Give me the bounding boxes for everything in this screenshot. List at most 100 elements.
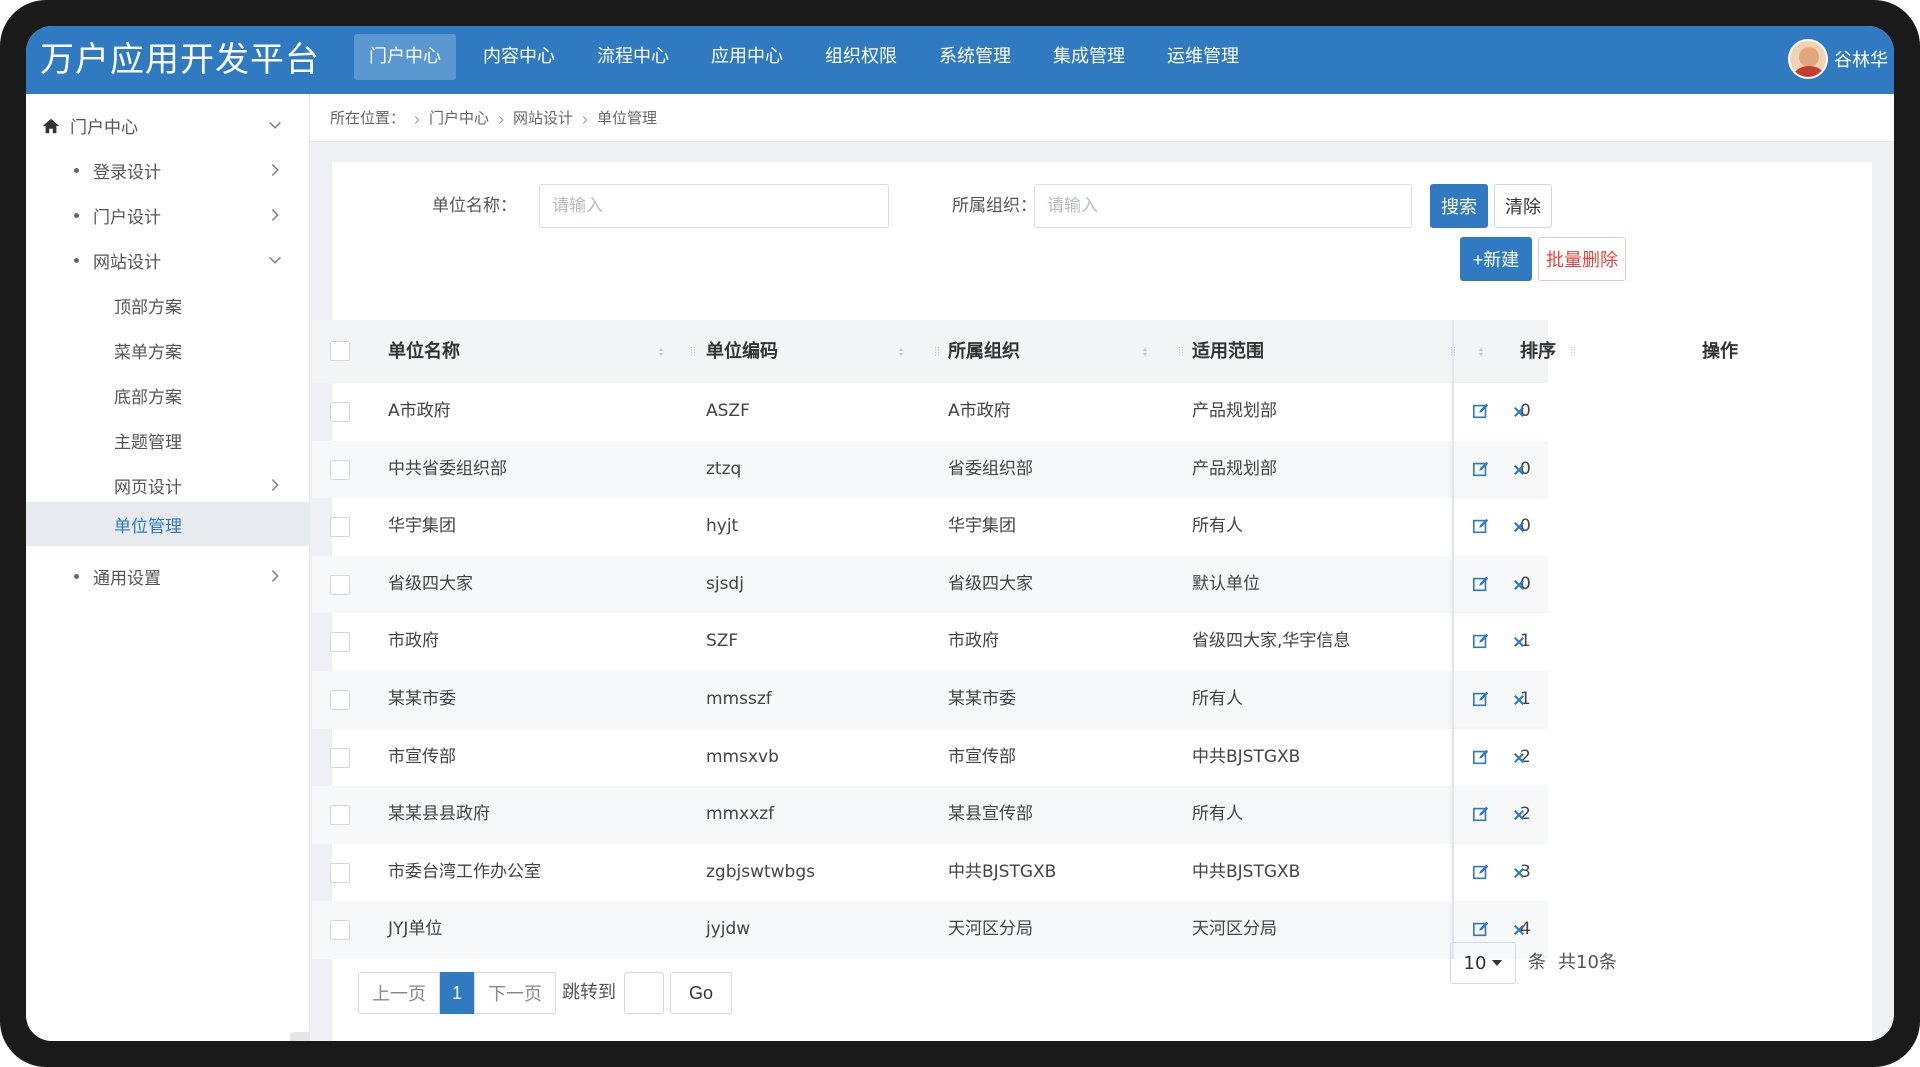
chevron-right-icon	[579, 112, 591, 124]
topnav-item[interactable]: 集成管理	[1038, 34, 1140, 80]
edit-icon	[1472, 634, 1489, 649]
sidebar-item[interactable]: 单位管理	[26, 502, 310, 546]
top-bar: 万户应用开发平台 门户中心 内容中心 流程中心 应用中心 组织权限 系统管理 集成管理 运维管…	[26, 26, 1894, 94]
delete-icon[interactable]	[1512, 519, 1532, 539]
breadcrumb-item[interactable]: 门户中心	[429, 107, 489, 128]
unit-name-input[interactable]	[539, 184, 889, 228]
delete-icon[interactable]	[1512, 404, 1532, 424]
delete-icon[interactable]	[1512, 807, 1532, 827]
row-checkbox[interactable]	[330, 920, 350, 941]
new-button[interactable]: +新建	[1460, 237, 1532, 281]
cell-code: hyjt	[706, 516, 739, 537]
edit-icon[interactable]	[1472, 402, 1492, 422]
total-count: 共10条	[1558, 952, 1617, 973]
drag-handle-icon[interactable]	[1568, 341, 1578, 361]
drag-handle-icon[interactable]	[688, 341, 698, 361]
delete-icon[interactable]	[1512, 462, 1532, 482]
org-input[interactable]	[1034, 184, 1412, 228]
topnav-item[interactable]: 组织权限	[810, 34, 912, 80]
delete-icon	[1514, 695, 1524, 705]
search-button[interactable]: 搜索	[1430, 184, 1488, 228]
edit-icon	[1472, 691, 1489, 707]
clear-button[interactable]: 清除	[1494, 184, 1552, 228]
edit-icon[interactable]	[1472, 748, 1492, 768]
edit-icon[interactable]	[1472, 920, 1492, 940]
table-row: JYJ单位 jyjdw 天河区分局 天河区分局 4	[312, 901, 1548, 959]
drag-handle-icon[interactable]	[932, 341, 942, 361]
row-checkbox[interactable]	[330, 747, 350, 768]
column-header[interactable]: 单位编码	[706, 320, 778, 383]
select-all-checkbox[interactable]	[330, 341, 350, 361]
topnav-item[interactable]: 系统管理	[924, 34, 1026, 80]
cell-org: A市政府	[948, 401, 1011, 421]
row-checkbox[interactable]	[330, 574, 350, 595]
app-title: 万户应用开发平台	[40, 40, 320, 80]
row-actions	[1452, 555, 1548, 614]
cell-name: 华宇集团	[388, 516, 456, 537]
caret-down-icon	[1492, 960, 1503, 966]
topnav-item[interactable]: 应用中心	[696, 34, 798, 80]
sort-icon[interactable]	[656, 342, 666, 362]
cell-scope: 天河区分局	[1192, 919, 1277, 940]
page-size-value: 10	[1463, 952, 1487, 974]
user-menu[interactable]: 谷林华	[1788, 38, 1888, 80]
sort-icon[interactable]	[896, 342, 906, 362]
delete-icon[interactable]	[1512, 865, 1532, 885]
topnav-item[interactable]: 门户中心	[354, 34, 456, 80]
cell-scope: 产品规划部	[1192, 401, 1277, 421]
next-page-button[interactable]: 下一页	[474, 972, 556, 1014]
delete-icon[interactable]	[1512, 922, 1532, 942]
topnav-item[interactable]: 内容中心	[468, 34, 570, 80]
topnav-item[interactable]: 流程中心	[582, 34, 684, 80]
cell-scope: 中共BJSTGXB	[1192, 861, 1301, 882]
drag-handle-icon	[690, 346, 696, 356]
row-checkbox[interactable]	[330, 517, 350, 538]
row-actions	[1452, 786, 1548, 844]
edit-icon[interactable]	[1472, 517, 1492, 537]
topnav-item[interactable]: 运维管理	[1152, 34, 1254, 80]
edit-icon[interactable]	[1472, 805, 1492, 825]
app-screen: 万户应用开发平台 门户中心 内容中心 流程中心 应用中心 组织权限 系统管理 集成管理 运维管…	[26, 26, 1894, 1041]
delete-icon	[1514, 810, 1524, 821]
delete-icon[interactable]	[1512, 634, 1532, 654]
bullet-icon	[74, 258, 79, 263]
delete-icon	[1514, 407, 1524, 417]
column-header[interactable]: 适用范围	[1192, 320, 1264, 383]
jump-page-input[interactable]	[624, 972, 664, 1014]
sidebar-item[interactable]: 通用设置	[26, 549, 310, 604]
org-label: 所属组织：	[952, 196, 1037, 216]
delete-icon[interactable]	[1512, 750, 1532, 770]
drag-handle-icon	[934, 346, 940, 356]
page-size-select[interactable]: 10	[1450, 942, 1516, 984]
go-button[interactable]: Go	[670, 972, 732, 1014]
edit-icon[interactable]	[1472, 575, 1492, 595]
chevron-right-icon	[271, 479, 279, 491]
cell-scope: 省级四大家,华宇信息	[1192, 631, 1351, 652]
row-checkbox[interactable]	[330, 459, 350, 480]
row-checkbox[interactable]	[330, 805, 350, 826]
user-name[interactable]: 谷林华	[1834, 46, 1888, 72]
avatar[interactable]	[1788, 39, 1828, 79]
edit-icon[interactable]	[1472, 863, 1492, 883]
edit-icon	[1472, 403, 1489, 419]
delete-icon[interactable]	[1512, 577, 1532, 597]
edit-icon[interactable]	[1472, 460, 1492, 480]
prev-page-button[interactable]: 上一页	[358, 972, 440, 1014]
cell-name: 中共省委组织部	[388, 458, 507, 479]
edit-icon[interactable]	[1472, 690, 1492, 710]
column-header[interactable]: 单位名称	[388, 320, 460, 383]
batch-delete-button[interactable]: 批量删除	[1538, 237, 1626, 281]
row-checkbox[interactable]	[330, 402, 350, 422]
sort-icon[interactable]	[1140, 342, 1150, 362]
column-header[interactable]: 所属组织	[948, 320, 1020, 383]
sidebar-collapse-handle[interactable]: «	[290, 1032, 310, 1041]
page-1-button[interactable]: 1	[440, 972, 474, 1014]
delete-icon[interactable]	[1512, 692, 1532, 712]
drag-handle-icon[interactable]	[1176, 341, 1186, 361]
row-checkbox[interactable]	[330, 689, 350, 710]
edit-icon[interactable]	[1472, 632, 1492, 652]
table-row: 中共省委组织部 ztzq 省委组织部 产品规划部 0	[312, 440, 1548, 499]
row-checkbox[interactable]	[330, 862, 350, 883]
breadcrumb-item[interactable]: 网站设计	[513, 107, 573, 128]
row-checkbox[interactable]	[330, 632, 350, 653]
